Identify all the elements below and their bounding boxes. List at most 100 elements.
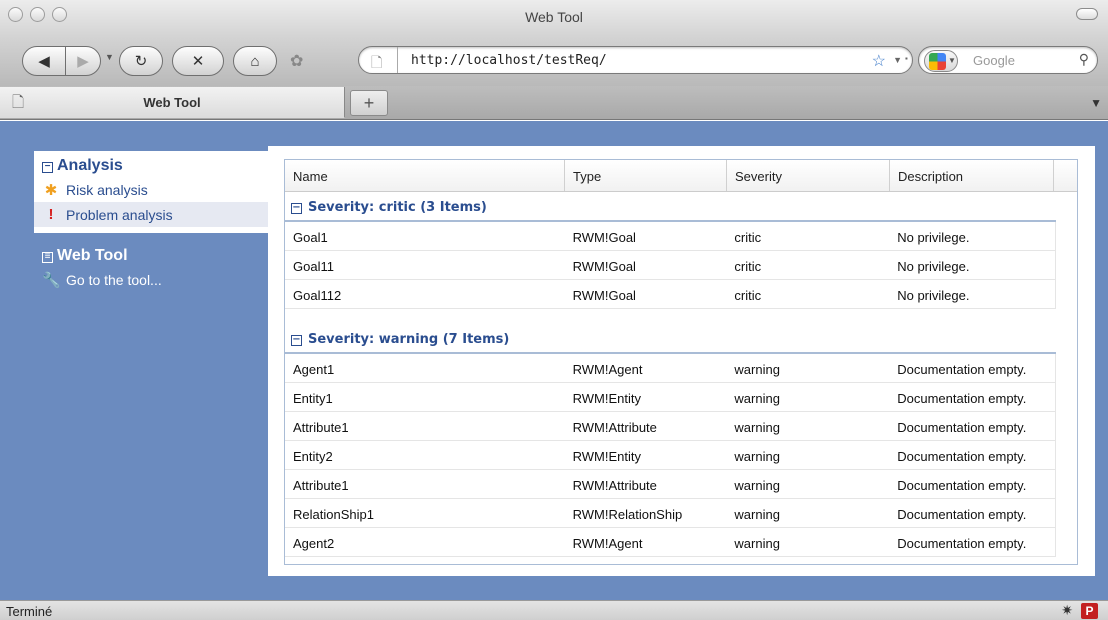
new-tab-button[interactable]: + bbox=[350, 90, 388, 116]
cell-name: Agent1 bbox=[293, 362, 335, 377]
status-bar: Terminé ✷ P bbox=[0, 600, 1108, 620]
address-divider bbox=[397, 47, 398, 73]
collapse-icon[interactable]: − bbox=[42, 162, 53, 173]
cell-description: No privilege. bbox=[897, 259, 970, 274]
asterisk-icon: ✱ bbox=[44, 181, 58, 199]
group-header[interactable]: − Severity: critic (3 Items) bbox=[285, 192, 1056, 222]
cell-type: RWM!RelationShip bbox=[572, 507, 683, 522]
home-icon: ⌂ bbox=[250, 52, 260, 70]
table-row[interactable]: Attribute1 RWM!Attribute warning Documentat… bbox=[285, 412, 1056, 441]
cell-severity: warning bbox=[734, 420, 780, 435]
page-content: − Analysis ✱ Risk analysis ! Problem anal… bbox=[0, 121, 1108, 600]
grid-body: − Severity: critic (3 Items) Goal1 RWM!Goal… bbox=[285, 192, 1077, 557]
home-button[interactable]: ⌂ bbox=[233, 46, 277, 76]
column-header-severity[interactable]: Severity bbox=[727, 160, 890, 191]
table-row[interactable]: Goal1 RWM!Goal critic No privilege. bbox=[285, 222, 1056, 251]
sidebar: − Analysis ✱ Risk analysis ! Problem anal… bbox=[34, 151, 268, 292]
webtool-header[interactable]: ≡ Web Tool bbox=[34, 247, 268, 267]
cell-description: Documentation empty. bbox=[897, 478, 1027, 493]
cell-name: Attribute1 bbox=[293, 420, 349, 435]
cell-name: Goal1 bbox=[293, 230, 328, 245]
analysis-section: − Analysis ✱ Risk analysis ! Problem anal… bbox=[34, 151, 268, 233]
window-title: Web Tool bbox=[525, 9, 583, 25]
p-badge[interactable]: P bbox=[1081, 602, 1098, 619]
collapse-group-icon[interactable]: − bbox=[291, 203, 302, 214]
table-row[interactable]: Entity1 RWM!Entity warning Documentation em… bbox=[285, 383, 1056, 412]
tab-web-tool[interactable]: 🗋 Web Tool bbox=[0, 87, 345, 118]
stop-button[interactable]: ✕ bbox=[172, 46, 224, 76]
webtool-section: ≡ Web Tool 🔧 Go to the tool... bbox=[34, 233, 268, 292]
cell-severity: warning bbox=[734, 478, 780, 493]
cell-severity: warning bbox=[734, 362, 780, 377]
forward-button[interactable]: ▶ bbox=[65, 46, 101, 76]
sidebar-item-risk-analysis[interactable]: ✱ Risk analysis bbox=[34, 177, 268, 202]
table-row[interactable]: Entity2 RWM!Entity warning Documentation em… bbox=[285, 441, 1056, 470]
cell-description: Documentation empty. bbox=[897, 420, 1027, 435]
cell-type: RWM!Attribute bbox=[572, 478, 657, 493]
tab-label: Web Tool bbox=[143, 95, 201, 110]
tab-bar: 🗋 Web Tool + ▼ bbox=[0, 86, 1108, 120]
search-box[interactable]: ▼ Google ⚲ bbox=[918, 46, 1098, 74]
sidebar-item-label: Problem analysis bbox=[66, 206, 173, 223]
column-header-description[interactable]: Description bbox=[890, 160, 1054, 191]
address-bar[interactable]: 🗋 http://localhost/testReq/ ☆ ▼ bbox=[358, 46, 913, 74]
search-input[interactable]: Google bbox=[973, 53, 1015, 68]
table-row[interactable]: Goal11 RWM!Goal critic No privilege. bbox=[285, 251, 1056, 280]
collapse-group-icon[interactable]: − bbox=[291, 335, 302, 346]
tab-list-icon[interactable]: ▼ bbox=[1090, 96, 1102, 110]
url-text[interactable]: http://localhost/testReq/ bbox=[411, 53, 607, 68]
search-engine-selector[interactable]: ▼ bbox=[924, 50, 958, 72]
column-header-spacer bbox=[1054, 160, 1077, 191]
group-header[interactable]: − Severity: warning (7 Items) bbox=[285, 324, 1056, 354]
toolbar-toggle-button[interactable] bbox=[1076, 8, 1098, 20]
google-logo-icon bbox=[929, 53, 946, 70]
cell-name: Goal112 bbox=[293, 288, 342, 303]
column-header-type[interactable]: Type bbox=[565, 160, 727, 191]
group-gap bbox=[285, 309, 1077, 324]
table-row[interactable]: RelationShip1 RWM!RelationShip warning Docu… bbox=[285, 499, 1056, 528]
expand-icon[interactable]: ≡ bbox=[42, 252, 53, 263]
reload-icon: ↻ bbox=[134, 53, 148, 70]
cell-type: RWM!Agent bbox=[572, 362, 643, 377]
cell-name: Goal11 bbox=[293, 259, 334, 274]
analysis-header[interactable]: − Analysis bbox=[34, 157, 268, 177]
problems-grid: Name Type Severity Description − Severity… bbox=[284, 159, 1078, 565]
cell-type: RWM!Entity bbox=[572, 449, 642, 464]
cell-type: RWM!Entity bbox=[572, 391, 642, 406]
grid-header: Name Type Severity Description bbox=[285, 160, 1077, 192]
table-row[interactable]: Goal112 RWM!Goal critic No privilege. bbox=[285, 280, 1056, 309]
column-header-name[interactable]: Name bbox=[285, 160, 565, 191]
bug-icon[interactable]: ✷ bbox=[1061, 602, 1073, 619]
cell-severity: critic bbox=[734, 259, 762, 274]
cell-type: RWM!Agent bbox=[572, 536, 643, 551]
url-dropdown-icon[interactable]: ▼ bbox=[893, 55, 902, 65]
status-text: Terminé bbox=[6, 604, 53, 619]
reload-button[interactable]: ↻ bbox=[119, 46, 163, 76]
search-dropdown-divider-icon: ▪ bbox=[905, 54, 908, 63]
cell-name: Attribute1 bbox=[293, 478, 349, 493]
wrench-icon: 🔧 bbox=[42, 271, 61, 289]
cell-description: Documentation empty. bbox=[897, 362, 1027, 377]
table-row[interactable]: Agent1 RWM!Agent warning Documentation empt… bbox=[285, 354, 1056, 383]
analysis-title: Analysis bbox=[57, 157, 123, 174]
table-row[interactable]: Agent2 RWM!Agent warning Documentation empt… bbox=[285, 528, 1056, 557]
addon-icon[interactable]: ✿ bbox=[290, 51, 303, 71]
webtool-title: Web Tool bbox=[57, 247, 128, 264]
history-dropdown-icon[interactable]: ▼ bbox=[105, 52, 114, 62]
cell-type: RWM!Goal bbox=[572, 230, 636, 245]
cell-severity: warning bbox=[734, 536, 780, 551]
engine-dropdown-icon: ▼ bbox=[948, 56, 956, 65]
back-button[interactable]: ◀ bbox=[22, 46, 66, 76]
cell-name: RelationShip1 bbox=[293, 507, 374, 522]
table-row[interactable]: Attribute1 RWM!Attribute warning Documentat… bbox=[285, 470, 1056, 499]
cell-description: No privilege. bbox=[897, 230, 970, 245]
cell-description: Documentation empty. bbox=[897, 449, 1027, 464]
bookmark-star-icon[interactable]: ☆ bbox=[872, 51, 886, 71]
sidebar-item-problem-analysis[interactable]: ! Problem analysis bbox=[34, 202, 268, 227]
search-icon[interactable]: ⚲ bbox=[1079, 51, 1089, 68]
cell-name: Entity2 bbox=[293, 449, 333, 464]
cell-severity: warning bbox=[734, 391, 780, 406]
cell-type: RWM!Attribute bbox=[572, 420, 657, 435]
sidebar-item-go-to-tool[interactable]: 🔧 Go to the tool... bbox=[34, 267, 268, 292]
cell-severity: critic bbox=[734, 230, 762, 245]
